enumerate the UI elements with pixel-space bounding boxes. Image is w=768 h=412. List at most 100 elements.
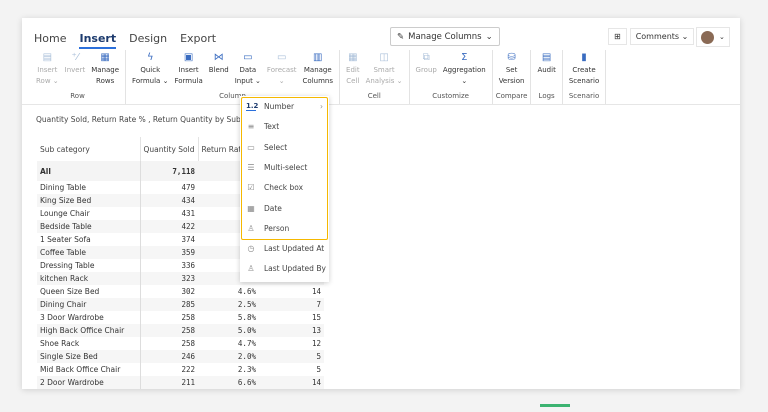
sigma-icon: Σ	[461, 52, 468, 63]
button-label-2: Columns	[302, 77, 334, 85]
cell: Dining Chair	[37, 298, 141, 311]
group-customize: ⧉ Group Σ Aggregation ⌄ Customize	[410, 50, 493, 104]
insert-formula-icon: ▣	[183, 52, 194, 63]
set-version-button[interactable]: ⛁ Set Version	[496, 50, 528, 90]
cell: 7	[258, 298, 324, 311]
cell: Queen Size Bed	[37, 285, 141, 298]
cell: Dining Table	[37, 181, 141, 194]
version-icon: ⛁	[507, 52, 516, 63]
menu-item-last-updated-by[interactable]: ♙ Last Updated By	[246, 264, 326, 273]
aggregation-button[interactable]: Σ Aggregation ⌄	[440, 50, 489, 90]
insert-row-button[interactable]: ▤ Insert Row ⌄	[33, 50, 62, 90]
table-row: Mid Back Office Chair 222 2.3% 5	[37, 363, 324, 376]
cell: 3 Door Wardrobe	[37, 311, 141, 324]
app-window: Home Insert Design Export ✎ Manage Columns ⌄ …	[22, 18, 740, 407]
table-row: 3 Door Wardrobe 258 5.8% 15	[37, 311, 324, 324]
forecast-button[interactable]: ▭ Forecast ⌄	[264, 50, 300, 90]
cell: All	[37, 161, 141, 181]
tab-insert[interactable]: Insert	[79, 32, 117, 49]
button-label: Insert	[37, 66, 58, 74]
tab-home[interactable]: Home	[34, 32, 66, 49]
menu-item-number[interactable]: 1.2 Number ›	[246, 102, 326, 111]
button-label-2: ⌄	[278, 77, 285, 85]
cell: 5.8%	[237, 313, 256, 322]
manage-rows-button[interactable]: ▦ Manage Rows	[88, 50, 122, 90]
cell: 258	[140, 324, 198, 337]
last-updated-at-icon: ◷	[247, 244, 255, 254]
tab-export[interactable]: Export	[180, 32, 216, 49]
menu-item-date[interactable]: ▦ Date	[246, 204, 326, 213]
menu-item-select[interactable]: ▭ Select	[246, 143, 326, 152]
tab-design[interactable]: Design	[129, 32, 167, 49]
forecast-icon: ▭	[277, 52, 287, 63]
group-label: Logs	[538, 92, 555, 100]
button-label-2: Cell	[346, 77, 360, 85]
audit-button[interactable]: ▤ Audit	[534, 50, 558, 90]
menu-item-check-box[interactable]: ☑ Check box	[246, 183, 326, 192]
button-label: Group	[415, 66, 437, 74]
quick-formula-button[interactable]: ϟ Quick Formula ⌄	[129, 50, 171, 90]
edit-cell-button[interactable]: ▦ Edit Cell	[343, 50, 363, 90]
menu-item-label: Last Updated At	[264, 244, 325, 254]
group-label: Cell	[367, 92, 381, 100]
cell: 336	[181, 261, 195, 270]
group-icon: ⧉	[422, 52, 430, 63]
comments-button[interactable]: Comments ⌄	[629, 28, 695, 45]
cell: 2.3%	[237, 365, 256, 374]
scenario-icon: ▮	[581, 52, 587, 63]
cell: King Size Bed	[37, 194, 141, 207]
manage-columns-button[interactable]: ▥ Manage Columns	[300, 50, 336, 90]
menu-item-last-updated-at[interactable]: ◷ Last Updated At	[246, 244, 326, 253]
table-row: Single Size Bed 246 2.0% 5	[37, 350, 324, 363]
group-compare: ⛁ Set Version Compare	[493, 50, 532, 104]
manage-columns-dropdown[interactable]: ✎ Manage Columns ⌄	[390, 27, 500, 46]
cell: 302	[181, 287, 195, 296]
cell: 434	[140, 194, 198, 207]
blend-icon: ⋈	[213, 52, 224, 63]
invert-button[interactable]: ⁺⁄ Invert	[62, 50, 89, 90]
last-updated-by-icon: ♙	[247, 264, 255, 274]
lightning-icon: ϟ	[146, 52, 154, 63]
chevron-down-icon: ⌄	[719, 33, 725, 41]
menu-item-text[interactable]: ≡ Text	[246, 122, 326, 131]
cell: 12	[311, 339, 321, 348]
blend-button[interactable]: ⋈ Blend	[206, 50, 232, 90]
cell: 6.6%	[198, 376, 259, 389]
group-label: Row	[70, 92, 85, 100]
add-comment-icon[interactable]: ⊞	[608, 28, 627, 45]
button-label-2: Formula ⌄	[132, 77, 169, 85]
create-scenario-button[interactable]: ▮ Create Scenario	[566, 50, 602, 90]
scroll-indicator[interactable]	[540, 404, 570, 407]
cell: 359	[140, 246, 198, 259]
button-label: Smart	[373, 66, 395, 74]
column-header[interactable]: Sub category	[37, 137, 141, 161]
cell: 5	[258, 350, 324, 363]
cell: Bedside Table	[37, 220, 141, 233]
table-row: Dining Chair 285 2.5% 7	[37, 298, 324, 311]
button-label-2: Rows	[96, 77, 115, 85]
cell: 258	[181, 339, 195, 348]
smart-analysis-button[interactable]: ◫ Smart Analysis ⌄	[363, 50, 406, 90]
menu-item-person[interactable]: ♙ Person	[246, 224, 326, 233]
data-input-button[interactable]: ▭ Data Input ⌄	[232, 50, 264, 90]
insert-formula-button[interactable]: ▣ Insert Formula	[171, 50, 205, 90]
menu-item-multi-select[interactable]: ☰ Multi-select	[246, 163, 326, 172]
cell: 1 Seater Sofa	[37, 233, 141, 246]
cell: 431	[181, 209, 195, 218]
group-logs: ▤ Audit Logs	[531, 50, 563, 104]
cell: 374	[181, 235, 195, 244]
user-avatar-menu[interactable]: ⌄	[696, 27, 730, 47]
cell: 4.6%	[237, 287, 256, 296]
number-icon: 1.2	[246, 102, 259, 111]
cell: 2.0%	[198, 350, 259, 363]
button-label: Edit	[346, 66, 360, 74]
comments-label: Comments	[635, 32, 680, 41]
multi-select-icon: ☰	[247, 162, 255, 172]
button-label-2: Row ⌄	[36, 77, 59, 85]
cell: 5.0%	[198, 324, 259, 337]
cell: 7,118	[140, 161, 198, 181]
group-button[interactable]: ⧉ Group	[413, 50, 440, 90]
select-icon: ▭	[247, 142, 255, 152]
group-scenario: ▮ Create Scenario Scenario	[563, 50, 607, 104]
column-header[interactable]: Quantity Sold	[140, 137, 199, 161]
